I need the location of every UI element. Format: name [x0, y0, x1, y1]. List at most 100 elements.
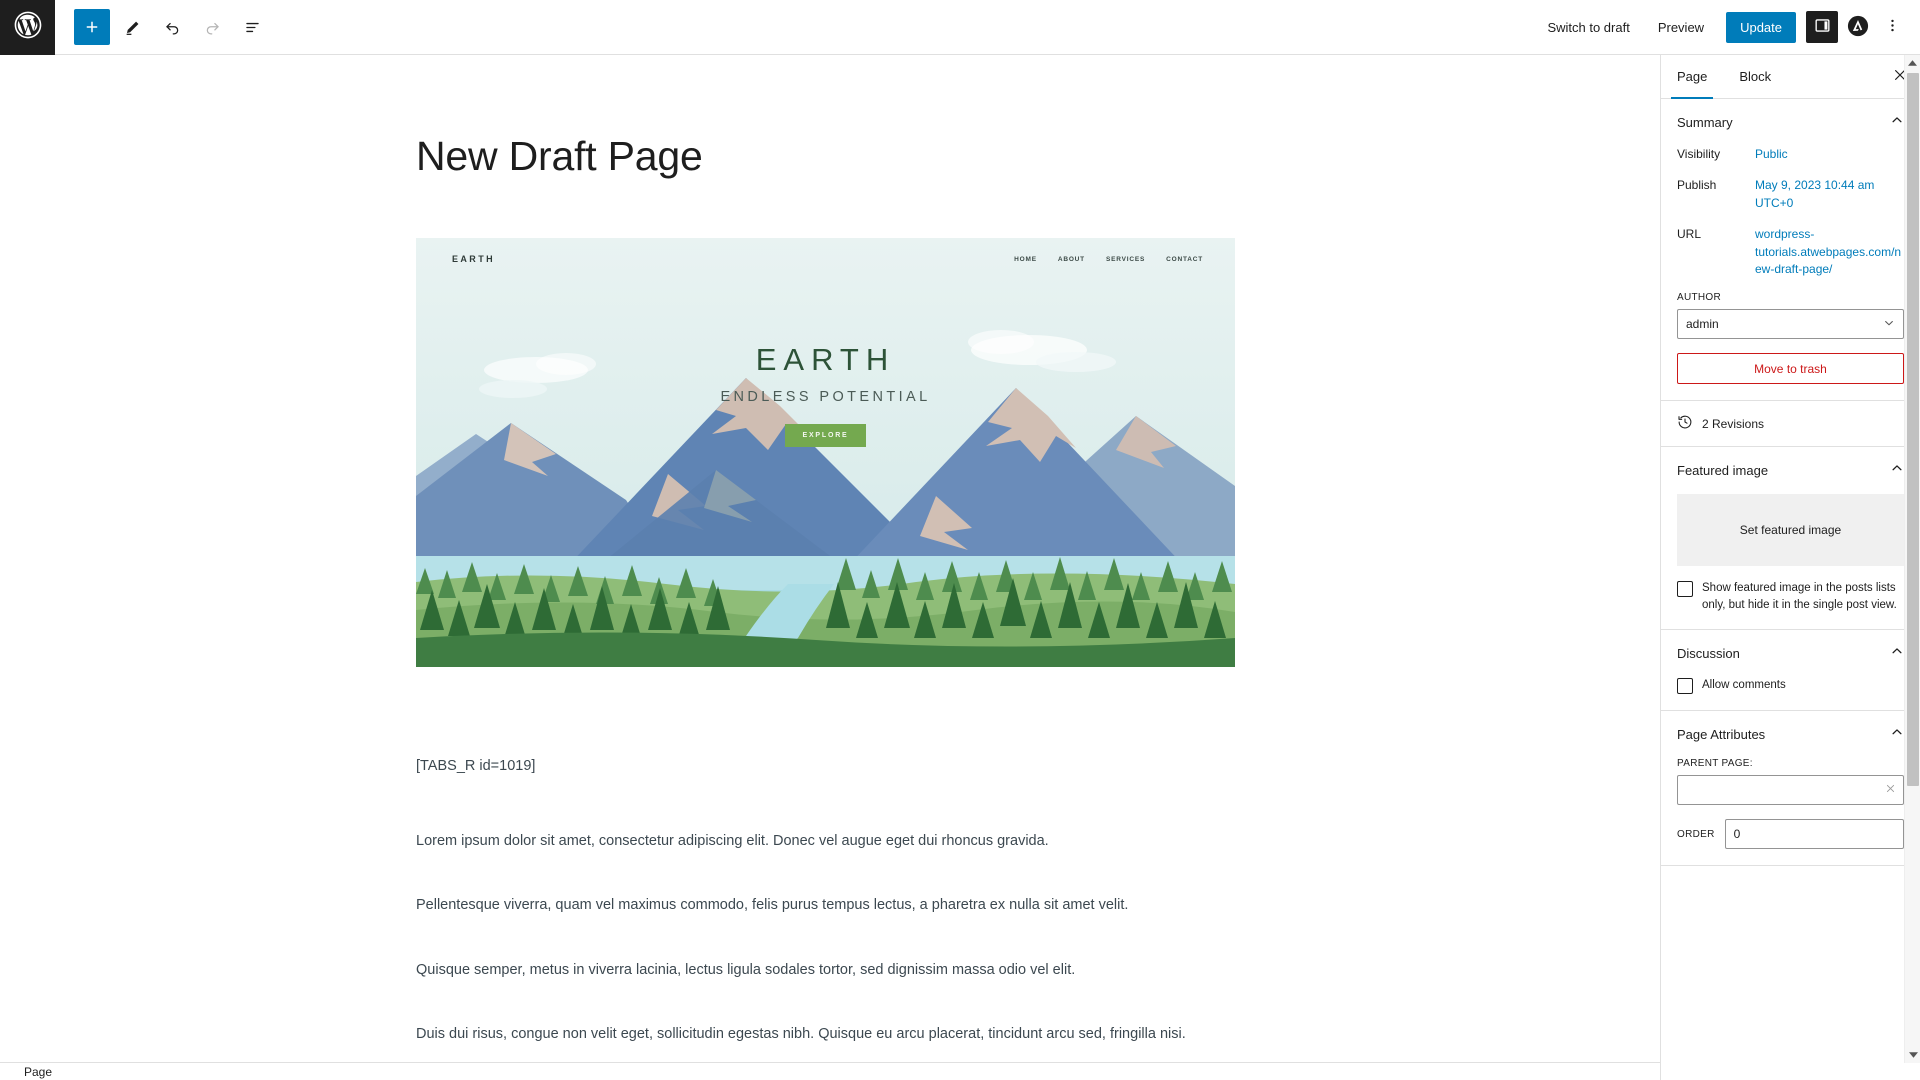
- move-to-trash-button[interactable]: Move to trash: [1677, 353, 1904, 385]
- set-featured-image-button[interactable]: Set featured image: [1677, 494, 1904, 567]
- history-icon: [1677, 414, 1693, 433]
- tab-block[interactable]: Block: [1723, 55, 1787, 98]
- discussion-panel-header[interactable]: Discussion: [1677, 644, 1904, 663]
- featured-image-visibility-checkbox[interactable]: [1677, 581, 1693, 598]
- more-options-button[interactable]: [1878, 11, 1906, 43]
- editor-tools-group: [55, 9, 270, 45]
- hero-subtitle: ENDLESS POTENTIAL: [720, 389, 931, 405]
- editor-actions-group: Switch to draft Preview Update: [1535, 11, 1920, 43]
- page-title[interactable]: New Draft Page: [416, 133, 1660, 180]
- page-attributes-panel: Page Attributes PARENT PAGE: ORDER 0: [1661, 711, 1920, 866]
- paragraph-block-shortcode[interactable]: [TABS_R id=1019]: [416, 755, 1276, 778]
- featured-image-visibility-label: Show featured image in the posts lists o…: [1702, 582, 1897, 611]
- visibility-label: Visibility: [1677, 147, 1721, 161]
- chevron-up-icon: [1890, 725, 1904, 744]
- document-overview-icon: [243, 18, 262, 37]
- visibility-value[interactable]: Public: [1755, 146, 1788, 163]
- tools-button[interactable]: [114, 9, 150, 45]
- revisions-label: 2 Revisions: [1702, 416, 1765, 431]
- clear-parent-page-icon[interactable]: [1885, 783, 1896, 797]
- astra-options-button[interactable]: [1842, 11, 1874, 43]
- more-options-icon: [1884, 17, 1901, 37]
- hero-navbar: EARTH HOME ABOUT SERVICES CONTACT: [416, 238, 1235, 280]
- hero-image-block[interactable]: EARTH HOME ABOUT SERVICES CONTACT EARTH …: [416, 238, 1235, 667]
- url-label: URL: [1677, 227, 1702, 242]
- allow-comments-label: Allow comments: [1702, 679, 1786, 691]
- editor-status-bar: Page: [0, 1062, 1660, 1080]
- hero-menu-item-contact[interactable]: CONTACT: [1166, 256, 1203, 263]
- hero-menu: HOME ABOUT SERVICES CONTACT: [1014, 256, 1203, 263]
- redo-icon: [203, 18, 222, 37]
- chevron-down-icon: [1883, 317, 1895, 331]
- status-bar-label: Page: [24, 1064, 53, 1079]
- order-row: ORDER 0: [1677, 819, 1904, 849]
- post-content[interactable]: [TABS_R id=1019] Lorem ipsum dolor sit a…: [416, 755, 1276, 1063]
- undo-icon: [163, 18, 182, 37]
- allow-comments-checkbox[interactable]: [1677, 678, 1693, 694]
- paragraph-block[interactable]: Lorem ipsum dolor sit amet, consectetur …: [416, 830, 1276, 853]
- summary-panel: Summary Visibility Public Publish May 9,…: [1661, 99, 1920, 402]
- revisions-link[interactable]: 2 Revisions: [1661, 401, 1920, 448]
- add-block-button[interactable]: [74, 9, 110, 45]
- url-row: URL wordpress-tutorials.atwebpages.com/n…: [1677, 226, 1904, 278]
- author-select[interactable]: admin: [1677, 309, 1904, 340]
- hero-explore-button[interactable]: EXPLORE: [785, 424, 866, 447]
- redo-button[interactable]: [194, 9, 230, 45]
- summary-panel-header[interactable]: Summary: [1677, 113, 1904, 132]
- publish-label: Publish: [1677, 178, 1717, 193]
- settings-sidebar: Page Block Summary Visibility Public Pub…: [1660, 55, 1920, 1080]
- author-label: AUTHOR: [1677, 292, 1722, 304]
- visibility-row: Visibility Public: [1677, 146, 1904, 163]
- hero-content: EARTH ENDLESS POTENTIAL EXPLORE: [416, 342, 1235, 447]
- hero-menu-item-about[interactable]: ABOUT: [1058, 256, 1085, 263]
- landscape-illustration: [416, 238, 1235, 667]
- tab-page[interactable]: Page: [1661, 55, 1723, 99]
- paragraph-block[interactable]: Duis dui risus, congue non velit eget, s…: [416, 1023, 1276, 1046]
- switch-to-draft-button[interactable]: Switch to draft: [1535, 14, 1641, 41]
- chevron-up-icon: [1890, 644, 1904, 663]
- settings-sidebar-icon: [1813, 16, 1832, 38]
- author-value: admin: [1686, 317, 1719, 332]
- publish-value[interactable]: May 9, 2023 10:44 am UTC+0: [1755, 177, 1904, 212]
- featured-image-heading: Featured image: [1677, 463, 1769, 479]
- scroll-down-arrow[interactable]: [1905, 1047, 1920, 1063]
- url-value[interactable]: wordpress-tutorials.atwebpages.com/new-d…: [1755, 226, 1904, 278]
- featured-image-visibility-checkbox-row: Show featured image in the posts lists o…: [1677, 580, 1904, 613]
- featured-image-panel-header[interactable]: Featured image: [1677, 461, 1904, 480]
- parent-page-input[interactable]: [1677, 775, 1904, 805]
- sidebar-tabs: Page Block: [1661, 55, 1920, 99]
- scrollbar-thumb[interactable]: [1907, 73, 1919, 786]
- order-input[interactable]: 0: [1724, 819, 1904, 849]
- summary-heading: Summary: [1677, 115, 1733, 130]
- list-view-button[interactable]: [234, 9, 270, 45]
- settings-sidebar-toggle[interactable]: [1806, 11, 1838, 43]
- paragraph-block[interactable]: Quisque semper, metus in viverra lacinia…: [416, 959, 1276, 982]
- canvas-scrollbar[interactable]: [1904, 55, 1920, 1063]
- paragraph-block[interactable]: Pellentesque viverra, quam vel maximus c…: [416, 894, 1276, 917]
- page-attributes-panel-header[interactable]: Page Attributes: [1677, 725, 1904, 744]
- order-label: ORDER: [1677, 828, 1715, 840]
- pencil-icon: [123, 18, 142, 37]
- plus-icon: [83, 18, 101, 36]
- publish-row: Publish May 9, 2023 10:44 am UTC+0: [1677, 177, 1904, 212]
- editor-canvas[interactable]: New Draft Page EARTH HOME ABOUT SERVICES…: [0, 55, 1660, 1063]
- scroll-up-arrow[interactable]: [1905, 55, 1920, 71]
- featured-image-panel: Featured image Set featured image Show f…: [1661, 447, 1920, 630]
- page-attributes-heading: Page Attributes: [1677, 727, 1766, 742]
- undo-button[interactable]: [154, 9, 190, 45]
- preview-button[interactable]: Preview: [1646, 14, 1716, 41]
- wordpress-logo-button[interactable]: [0, 0, 55, 55]
- order-value: 0: [1733, 827, 1741, 841]
- astra-logo-icon: [1847, 15, 1869, 40]
- allow-comments-checkbox-row: Allow comments: [1677, 677, 1904, 694]
- hero-menu-item-services[interactable]: SERVICES: [1106, 256, 1145, 263]
- discussion-heading: Discussion: [1677, 646, 1740, 661]
- hero-title: EARTH: [755, 342, 896, 377]
- update-button[interactable]: Update: [1726, 11, 1796, 43]
- wordpress-logo-icon: [12, 9, 44, 46]
- parent-page-label: PARENT PAGE:: [1677, 758, 1753, 769]
- hero-brand: EARTH: [452, 254, 495, 264]
- chevron-up-icon: [1890, 113, 1904, 132]
- hero-menu-item-home[interactable]: HOME: [1014, 256, 1037, 263]
- editor-top-bar: Switch to draft Preview Update: [0, 0, 1920, 55]
